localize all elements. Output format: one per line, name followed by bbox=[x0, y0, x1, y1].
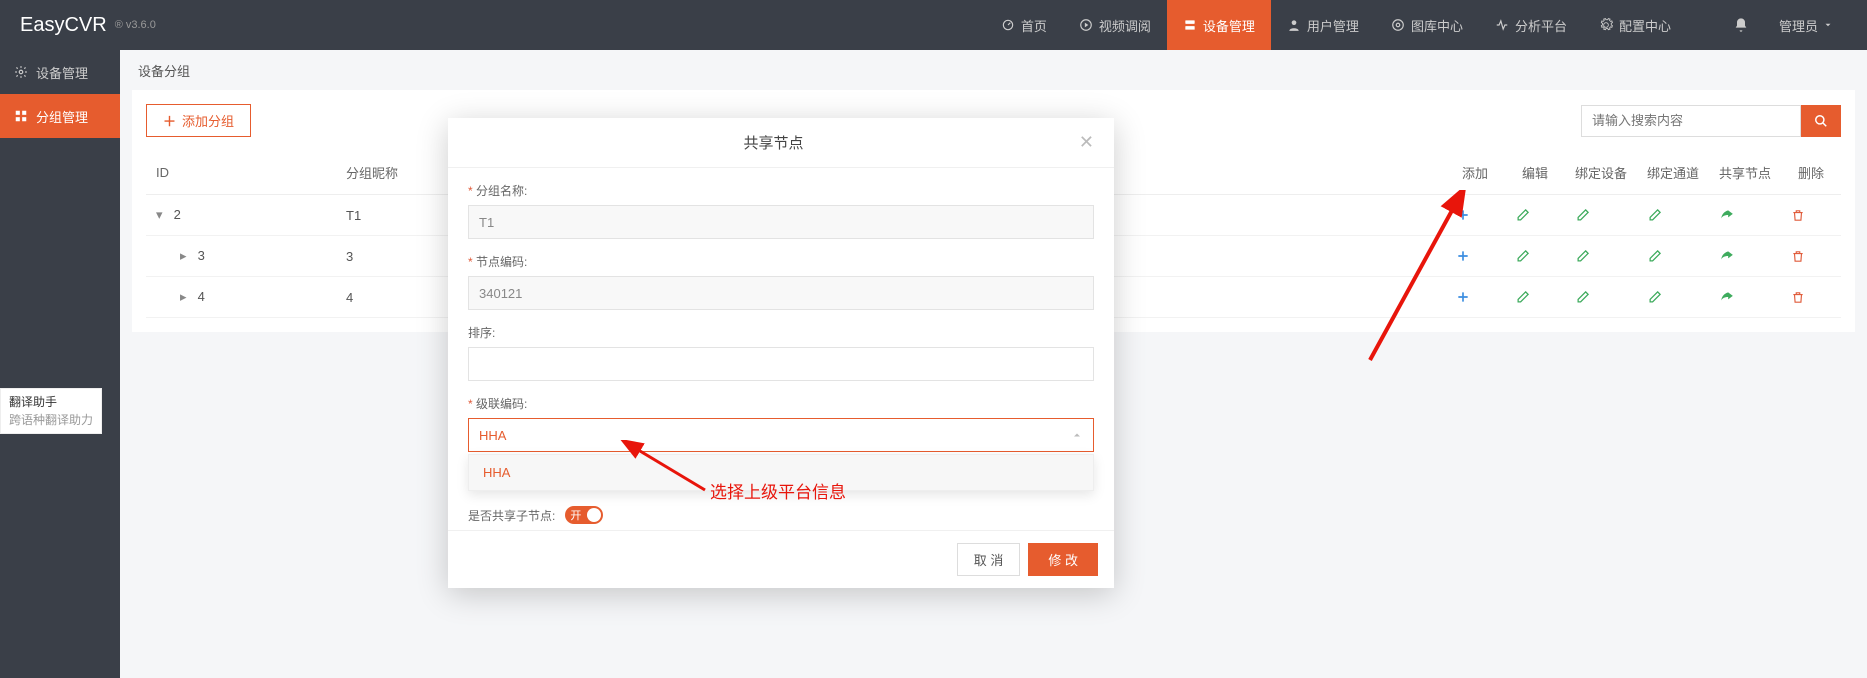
expand-toggle[interactable]: ▾ bbox=[156, 207, 170, 223]
pulse-icon bbox=[1495, 18, 1509, 32]
search-input[interactable] bbox=[1581, 105, 1801, 137]
search-icon bbox=[1814, 114, 1828, 128]
gear-icon bbox=[1599, 18, 1613, 32]
row-share-icon[interactable] bbox=[1719, 290, 1771, 304]
nav-gallery[interactable]: 图库中心 bbox=[1375, 0, 1479, 50]
version: ® v3.6.0 bbox=[115, 19, 156, 31]
nav-label: 设备管理 bbox=[1203, 16, 1255, 35]
confirm-button[interactable]: 修 改 bbox=[1028, 543, 1098, 576]
sidebar-item-device[interactable]: 设备管理 bbox=[0, 50, 120, 94]
notifications[interactable] bbox=[1717, 0, 1765, 50]
row-edit-icon[interactable] bbox=[1515, 249, 1555, 264]
plus-icon: ＋ bbox=[163, 111, 176, 130]
nav-config[interactable]: 配置中心 bbox=[1583, 0, 1687, 50]
row-edit-icon[interactable] bbox=[1515, 290, 1555, 305]
node-code-input[interactable] bbox=[468, 276, 1094, 310]
sidebar-item-label: 设备管理 bbox=[36, 63, 88, 82]
row-delete-icon[interactable] bbox=[1791, 249, 1831, 264]
select-value: HHA bbox=[479, 428, 506, 443]
topbar: EasyCVR ® v3.6.0 首页 视频调阅 设备管理 用户管理 bbox=[0, 0, 1867, 50]
th-bind-ch: 绑定通道 bbox=[1637, 151, 1709, 195]
th-add: 添加 bbox=[1445, 151, 1505, 195]
label-cascade: 级联编码: bbox=[468, 395, 1094, 412]
row-delete-icon[interactable] bbox=[1791, 290, 1831, 305]
translator-title: 翻译助手 bbox=[9, 393, 93, 411]
nav-user[interactable]: 用户管理 bbox=[1271, 0, 1375, 50]
row-bind-ch-icon[interactable] bbox=[1647, 208, 1699, 223]
row-share-icon[interactable] bbox=[1719, 208, 1771, 222]
row-bind-ch-icon[interactable] bbox=[1647, 290, 1699, 305]
user-dropdown[interactable]: 管理员 bbox=[1765, 0, 1847, 50]
row-bind-ch-icon[interactable] bbox=[1647, 249, 1699, 264]
row-delete-icon[interactable] bbox=[1791, 208, 1831, 223]
annotation-text: 选择上级平台信息 bbox=[710, 478, 846, 503]
play-icon bbox=[1079, 18, 1093, 32]
nav-label: 首页 bbox=[1021, 16, 1047, 35]
expand-toggle[interactable]: ▸ bbox=[180, 248, 194, 264]
user-label: 管理员 bbox=[1779, 16, 1818, 35]
nav-label: 用户管理 bbox=[1307, 16, 1359, 35]
row-bind-dev-icon[interactable] bbox=[1575, 249, 1627, 264]
row-add-icon[interactable] bbox=[1455, 248, 1495, 264]
group-name-input[interactable] bbox=[468, 205, 1094, 239]
cancel-button[interactable]: 取 消 bbox=[957, 543, 1021, 576]
grid-icon bbox=[14, 109, 28, 123]
nav-video[interactable]: 视频调阅 bbox=[1063, 0, 1167, 50]
toggle-knob bbox=[587, 508, 601, 522]
nav-label: 分析平台 bbox=[1515, 16, 1567, 35]
chevron-up-icon bbox=[1071, 429, 1083, 441]
breadcrumb: 设备分组 bbox=[120, 50, 1867, 90]
sort-input[interactable] bbox=[468, 347, 1094, 381]
user-icon bbox=[1287, 18, 1301, 32]
chevron-down-icon bbox=[1823, 20, 1833, 30]
search-button[interactable] bbox=[1801, 105, 1841, 137]
button-label: 添加分组 bbox=[182, 111, 234, 130]
cell-id: 3 bbox=[198, 248, 205, 263]
bell-icon bbox=[1733, 17, 1749, 33]
modal-title: 共享节点 bbox=[468, 132, 1079, 153]
server-icon bbox=[1183, 18, 1197, 32]
dashboard-icon bbox=[1001, 18, 1015, 32]
label-group-name: 分组名称: bbox=[468, 182, 1094, 199]
sidebar-item-group[interactable]: 分组管理 bbox=[0, 94, 120, 138]
sidebar-item-label: 分组管理 bbox=[36, 107, 88, 126]
nav-home[interactable]: 首页 bbox=[985, 0, 1063, 50]
th-edit: 编辑 bbox=[1505, 151, 1565, 195]
translator-subtitle: 跨语种翻译助力 bbox=[9, 411, 93, 429]
row-add-icon[interactable] bbox=[1455, 289, 1495, 305]
toggle-label: 开 bbox=[570, 507, 581, 523]
th-id: ID bbox=[146, 151, 336, 195]
brand: EasyCVR bbox=[20, 14, 107, 37]
nav-analysis[interactable]: 分析平台 bbox=[1479, 0, 1583, 50]
th-bind-dev: 绑定设备 bbox=[1565, 151, 1637, 195]
row-share-icon[interactable] bbox=[1719, 249, 1771, 263]
nav-device[interactable]: 设备管理 bbox=[1167, 0, 1271, 50]
translator-widget[interactable]: 翻译助手 跨语种翻译助力 bbox=[0, 388, 102, 434]
label-share-child: 是否共享子节点: bbox=[468, 507, 555, 524]
share-child-toggle[interactable]: 开 bbox=[565, 506, 603, 524]
expand-toggle[interactable]: ▸ bbox=[180, 289, 194, 305]
cascade-select[interactable]: HHA bbox=[468, 418, 1094, 452]
row-bind-dev-icon[interactable] bbox=[1575, 290, 1627, 305]
row-add-icon[interactable] bbox=[1455, 207, 1495, 223]
row-bind-dev-icon[interactable] bbox=[1575, 208, 1627, 223]
label-node-code: 节点编码: bbox=[468, 253, 1094, 270]
nav-label: 视频调阅 bbox=[1099, 16, 1151, 35]
share-node-modal: 共享节点 ✕ 分组名称: 节点编码: 排序: 级联编码: HHA bbox=[448, 118, 1114, 588]
add-group-button[interactable]: ＋ 添加分组 bbox=[146, 104, 251, 137]
cell-id: 4 bbox=[198, 289, 205, 304]
image-icon bbox=[1391, 18, 1405, 32]
nav-label: 图库中心 bbox=[1411, 16, 1463, 35]
gear-icon bbox=[14, 65, 28, 79]
sidebar: 设备管理 分组管理 bbox=[0, 50, 120, 678]
row-edit-icon[interactable] bbox=[1515, 208, 1555, 223]
cell-id: 2 bbox=[174, 207, 181, 222]
topnav: 首页 视频调阅 设备管理 用户管理 图库中心 bbox=[985, 0, 1847, 50]
nav-label: 配置中心 bbox=[1619, 16, 1671, 35]
label-sort: 排序: bbox=[468, 324, 1094, 341]
th-share: 共享节点 bbox=[1709, 151, 1781, 195]
close-icon[interactable]: ✕ bbox=[1079, 132, 1094, 153]
th-del: 删除 bbox=[1781, 151, 1841, 195]
